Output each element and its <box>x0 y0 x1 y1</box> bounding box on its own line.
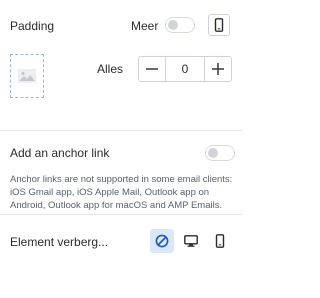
mobile-preview-button[interactable] <box>208 14 230 36</box>
anchor-section: Add an anchor link Anchor links are not … <box>0 131 242 213</box>
padding-value[interactable]: 0 <box>165 57 205 81</box>
anchor-toggle[interactable] <box>205 145 235 161</box>
decrement-button[interactable] <box>139 57 165 81</box>
visibility-section: Element verberg... <box>0 215 242 298</box>
image-placeholder <box>10 54 44 98</box>
image-icon <box>18 69 36 83</box>
padding-label: Padding <box>10 19 55 33</box>
meer-toggle[interactable] <box>165 17 195 33</box>
meer-label: Meer <box>131 19 159 33</box>
visibility-none-button[interactable] <box>150 229 174 253</box>
hide-mobile-button[interactable] <box>208 229 232 253</box>
toggle-knob <box>168 20 178 30</box>
toggle-knob <box>208 148 218 158</box>
plus-icon <box>212 63 224 75</box>
anchor-note: Anchor links are not supported in some e… <box>10 174 233 211</box>
minus-icon <box>146 68 158 70</box>
increment-button[interactable] <box>205 57 231 81</box>
mobile-icon <box>215 234 225 248</box>
desktop-icon <box>184 235 198 247</box>
alles-label: Alles <box>97 62 124 76</box>
hide-desktop-button[interactable] <box>179 229 203 253</box>
visibility-label: Element verberg... <box>10 235 109 249</box>
anchor-label: Add an anchor link <box>10 146 110 160</box>
hide-none-icon <box>155 234 169 248</box>
padding-stepper[interactable]: 0 <box>138 56 232 82</box>
padding-section: Padding Meer Alles 0 <box>0 0 242 130</box>
mobile-icon <box>214 18 224 32</box>
